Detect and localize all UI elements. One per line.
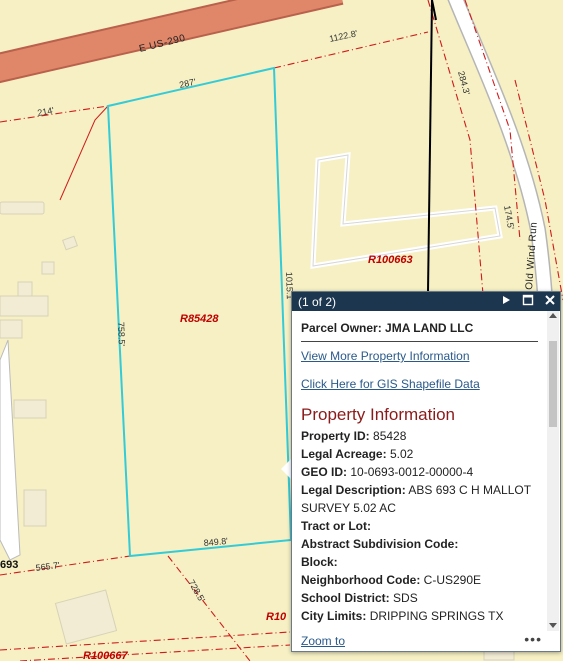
field-value: 85428 <box>373 429 407 443</box>
popup-content: Parcel Owner: JMA LAND LLC View More Pro… <box>292 311 560 625</box>
owner-label: Parcel Owner: <box>301 321 382 335</box>
field-value: 5.02 <box>389 447 414 461</box>
field-row: Legal Acreage: 5.02 <box>301 445 538 463</box>
field-label: Neighborhood Code: <box>301 573 421 587</box>
section-title: Property Information <box>301 405 456 424</box>
zoom-to-link[interactable]: Zoom to <box>301 634 345 648</box>
view-more-info-link[interactable]: View More Property Information <box>301 349 538 363</box>
field-row: Block: <box>301 553 538 571</box>
field-row: Tract or Lot: <box>301 517 538 535</box>
field-value: C-US290E <box>423 573 482 587</box>
popup-title: (1 of 2) <box>298 294 337 309</box>
parcel-owner: Parcel Owner: JMA LAND LLC <box>301 321 538 342</box>
scroll-up-icon[interactable] <box>549 313 557 318</box>
dim-label: 849.8' <box>203 536 228 548</box>
field-label: Legal Acreage: <box>301 447 387 461</box>
field-row: Legal Description: ABS 693 C H MALLOT SU… <box>301 481 538 517</box>
field-label: City Limits: <box>301 609 367 623</box>
parcel-id-label: R10 <box>266 611 287 623</box>
owner-value: JMA LAND LLC <box>385 321 474 335</box>
popup-body[interactable]: Parcel Owner: JMA LAND LLC View More Pro… <box>292 311 560 631</box>
field-row: Neighborhood Code: C-US290E <box>301 571 538 589</box>
parcel-id-label: R100663 <box>368 254 413 266</box>
field-row: Property ID: 85428 <box>301 427 538 445</box>
popup-footer: Zoom to ••• <box>292 631 560 651</box>
field-row: City Limits: DRIPPING SPRINGS TX <box>301 607 538 625</box>
field-label: Property ID: <box>301 429 370 443</box>
field-row: GEO ID: 10-0693-0012-00000-4 <box>301 463 538 481</box>
play-next-icon[interactable] <box>500 294 512 306</box>
field-row: Abstract Subdivision Code: <box>301 535 538 553</box>
dim-label: 758.5' <box>116 322 127 347</box>
parcel-id-label: R100667 <box>83 650 129 661</box>
field-label: Tract or Lot: <box>301 519 372 533</box>
info-popup: (1 of 2) Parcel Owner: JMA LAND LLC View… <box>291 291 561 652</box>
field-value: DRIPPING SPRINGS TX <box>369 609 504 623</box>
popup-header: (1 of 2) <box>292 292 560 311</box>
field-label: Block: <box>301 555 338 569</box>
parcel-id-label: R85428 <box>180 313 219 325</box>
popup-scrollbar[interactable] <box>547 311 559 631</box>
field-label: Abstract Subdivision Code: <box>301 537 459 551</box>
more-options-icon[interactable]: ••• <box>524 631 542 647</box>
field-label: School District: <box>301 591 390 605</box>
popup-header-buttons <box>500 294 556 306</box>
gis-shapefile-link[interactable]: Click Here for GIS Shapefile Data <box>301 377 538 391</box>
maximize-icon[interactable] <box>522 294 534 306</box>
parcel-id-label: 693 <box>0 559 18 571</box>
field-label: Legal Description: <box>301 483 406 497</box>
field-row: School District: SDS <box>301 589 538 607</box>
scroll-thumb[interactable] <box>549 341 557 427</box>
scroll-down-icon[interactable] <box>549 623 557 628</box>
close-icon[interactable] <box>544 294 556 306</box>
field-value: SDS <box>393 591 418 605</box>
field-label: GEO ID: <box>301 465 348 479</box>
field-value: 10-0693-0012-00000-4 <box>350 465 474 479</box>
